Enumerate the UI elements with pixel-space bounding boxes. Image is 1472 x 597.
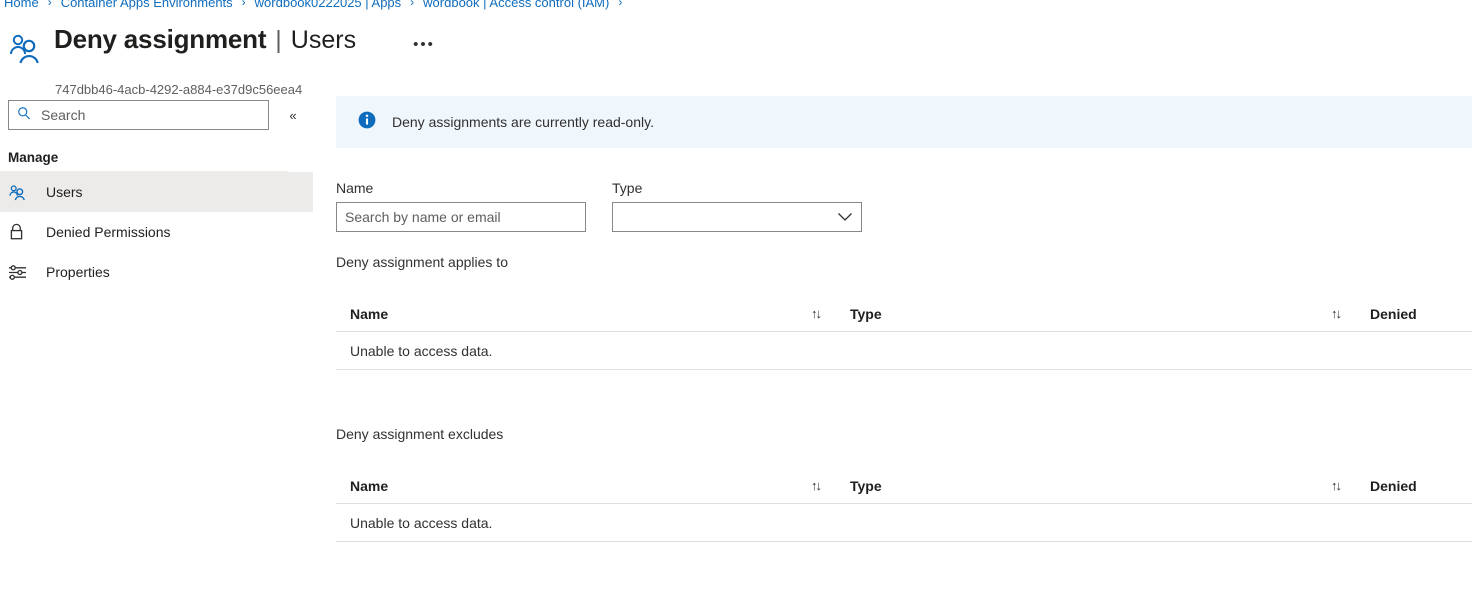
search-input[interactable] [39, 106, 249, 124]
type-filter-select[interactable] [612, 202, 862, 232]
name-filter-field: Name [336, 180, 586, 232]
column-header-label: Type [850, 477, 882, 494]
users-group-icon [8, 182, 32, 202]
column-header-label: Name [350, 305, 389, 322]
column-header-label: Denied [1370, 305, 1417, 322]
breadcrumb-separator: › [47, 0, 52, 9]
sort-icon[interactable]: ↑↓ [811, 306, 822, 321]
breadcrumb-item-wordbook-apps[interactable]: wordbook0222025 | Apps [255, 0, 402, 10]
page-title-main: Deny assignment [54, 24, 267, 54]
sidebar-search-box[interactable] [8, 100, 269, 130]
table-header-row: Name ↑↓ Type ↑↓ Denied [336, 296, 1472, 332]
collapse-sidebar-icon[interactable]: « [282, 104, 304, 126]
sort-icon[interactable]: ↑↓ [1331, 478, 1342, 493]
sidebar: « Manage Users Denied Permissions [0, 96, 313, 597]
excludes-table: Name ↑↓ Type ↑↓ Denied Unable to access … [336, 468, 1472, 542]
column-header-label: Denied [1370, 477, 1417, 494]
table-header-row: Name ↑↓ Type ↑↓ Denied [336, 468, 1472, 504]
breadcrumb-separator: › [618, 0, 623, 9]
table-empty-row: Unable to access data. [336, 504, 1472, 542]
page-header: Deny assignment | Users ••• 747dbb46-4ac… [0, 22, 1472, 97]
sidebar-group-manage: Manage [8, 150, 59, 165]
column-header-name[interactable]: Name ↑↓ [336, 478, 836, 494]
column-header-name[interactable]: Name ↑↓ [336, 306, 836, 322]
applies-to-table: Name ↑↓ Type ↑↓ Denied Unable to access … [336, 296, 1472, 370]
breadcrumb-item-access-control[interactable]: wordbook | Access control (IAM) [423, 0, 609, 10]
breadcrumb: Home › Container Apps Environments › wor… [0, 0, 631, 12]
table-empty-message: Unable to access data. [350, 514, 493, 531]
users-group-icon [6, 30, 44, 68]
breadcrumb-item-container-apps-environments[interactable]: Container Apps Environments [61, 0, 233, 10]
section-title-excludes: Deny assignment excludes [336, 426, 504, 442]
more-options-button[interactable]: ••• [410, 32, 438, 56]
search-icon [17, 106, 31, 125]
type-filter-label: Type [612, 180, 643, 196]
breadcrumb-separator: › [410, 0, 415, 9]
table-empty-message: Unable to access data. [350, 342, 493, 359]
main-content: Deny assignments are currently read-only… [313, 96, 1472, 597]
column-header-denied[interactable]: Denied [1356, 478, 1472, 494]
name-filter-label: Name [336, 180, 374, 196]
section-title-applies-to: Deny assignment applies to [336, 254, 508, 270]
column-header-type[interactable]: Type ↑↓ [836, 478, 1356, 494]
type-filter-select-wrap [612, 202, 862, 232]
column-header-label: Name [350, 477, 389, 494]
breadcrumb-separator: › [241, 0, 246, 9]
sidebar-item-properties[interactable]: Properties [0, 252, 313, 292]
column-header-type[interactable]: Type ↑↓ [836, 306, 1356, 322]
info-icon [358, 111, 376, 134]
column-header-denied[interactable]: Denied [1356, 306, 1472, 322]
sidebar-search-row: « [0, 100, 313, 136]
page-title-section: Users [290, 26, 357, 54]
page-title-separator: | [275, 26, 282, 54]
breadcrumb-item-home[interactable]: Home [2, 0, 39, 10]
column-header-label: Type [850, 305, 882, 322]
info-banner-text: Deny assignments are currently read-only… [392, 114, 654, 130]
sidebar-item-label: Properties [46, 264, 110, 280]
sidebar-item-label: Denied Permissions [46, 224, 171, 240]
name-filter-input[interactable] [336, 202, 586, 232]
table-empty-row: Unable to access data. [336, 332, 1472, 370]
page-title: Deny assignment | Users [54, 24, 356, 55]
type-filter-field: Type [612, 180, 862, 232]
sidebar-item-denied-permissions[interactable]: Denied Permissions [0, 212, 313, 252]
sidebar-item-label: Users [46, 184, 83, 200]
sort-icon[interactable]: ↑↓ [811, 478, 822, 493]
resource-id-label: 747dbb46-4acb-4292-a884-e37d9c56eea4 [55, 82, 303, 97]
lock-icon [8, 222, 32, 242]
sort-icon[interactable]: ↑↓ [1331, 306, 1342, 321]
info-banner: Deny assignments are currently read-only… [336, 96, 1472, 148]
sliders-icon [8, 262, 32, 282]
sidebar-item-users[interactable]: Users [0, 172, 313, 212]
